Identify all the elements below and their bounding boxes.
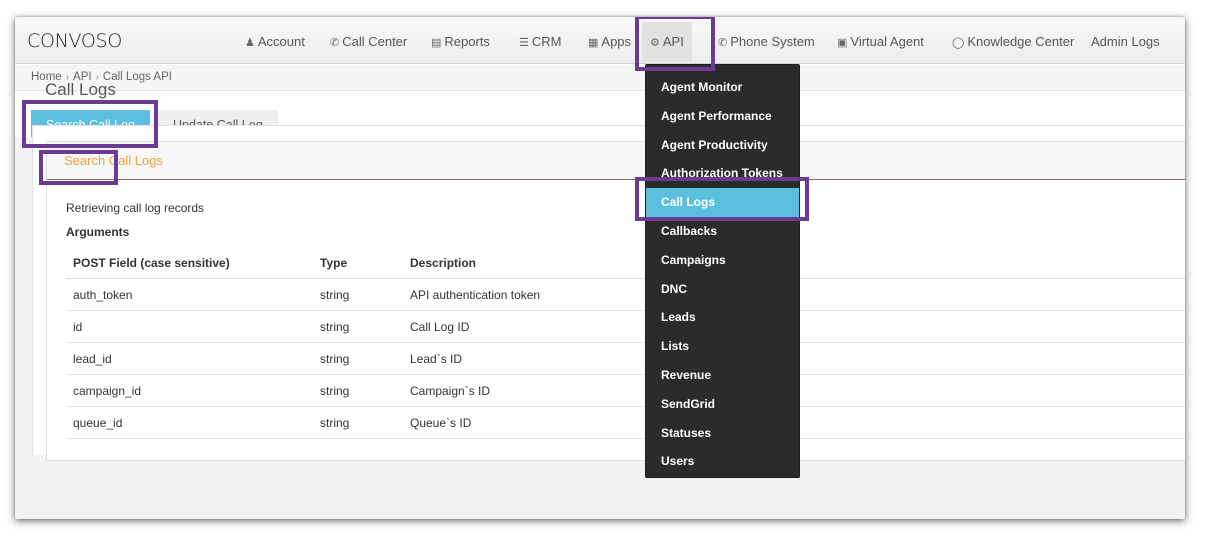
menu-item-agent-monitor[interactable]: Agent Monitor [646,73,799,102]
nav-call-center-label: Call Center [342,34,408,49]
menu-item-statuses[interactable]: Statuses [646,419,799,448]
nav-knowledge-center-label: Knowledge Center [967,34,1075,49]
convoso-logo[interactable]: CONVOSO [27,30,122,52]
column-header: POST Field (case sensitive) [73,256,230,270]
monitor-icon: ▣ [837,37,848,49]
table-cell: auth_token [73,288,133,302]
breadcrumb: Home › API › Call Logs API [15,65,1185,91]
phone-icon: ✆ [718,37,728,49]
table-cell: string [320,288,350,302]
arguments-label: Arguments [66,225,130,239]
table-cell: queue_id [73,416,123,430]
menu-item-lists[interactable]: Lists [646,332,799,361]
table-cell: string [320,384,350,398]
phone-icon: ✆ [330,37,340,49]
nav-virtual-agent-label: Virtual Agent [850,34,924,49]
menu-item-revenue[interactable]: Revenue [646,361,799,390]
menu-item-authorization-tokens[interactable]: Authorization Tokens [646,159,799,188]
nav-crm[interactable]: ☰ CRM [519,33,561,51]
menu-item-callbacks[interactable]: Callbacks [646,217,799,246]
table-cell: Lead`s ID [410,352,463,366]
table-row: queue_id string Queue`s ID [66,407,1185,439]
nav-apps[interactable]: ▦ Apps [588,33,631,51]
nav-admin-logs-label: Admin Logs [1091,34,1160,49]
menu-item-sendgrid[interactable]: SendGrid [646,390,799,419]
menu-item-users[interactable]: Users [646,447,799,476]
nav-knowledge-center[interactable]: ◯ Knowledge Center [952,33,1074,51]
table-cell: id [73,320,83,334]
table-cell: Call Log ID [410,320,470,334]
table-header-row: POST Field (case sensitive) Type Descrip… [66,247,1185,279]
menu-item-call-logs[interactable]: Call Logs [646,188,799,217]
table-cell: string [320,352,350,366]
list-icon: ☰ [519,37,529,49]
nav-virtual-agent[interactable]: ▣ Virtual Agent [837,33,924,51]
grid-icon: ▦ [588,37,599,49]
intro-text: Retrieving call log records [66,201,205,215]
nav-apps-label: Apps [601,34,632,49]
nav-api[interactable]: ⚙ API [642,22,692,62]
bar-chart-icon: ▤ [431,37,442,49]
column-header: Description [410,256,477,270]
panel-heading[interactable]: Search Call Logs [47,142,1185,180]
table-cell: Queue`s ID [410,416,472,430]
menu-item-agent-productivity[interactable]: Agent Productivity [646,131,799,160]
menu-item-agent-performance[interactable]: Agent Performance [646,102,799,131]
table-cell: string [320,320,350,334]
nav-call-center[interactable]: ✆ Call Center [330,33,407,51]
nav-phone-system-label: Phone System [730,34,815,49]
nav-api-label: API [662,34,684,49]
user-icon: ♟ [245,37,255,49]
api-dropdown-menu: Agent Monitor Agent Performance Agent Pr… [645,64,800,478]
table-row: id string Call Log ID [66,311,1185,343]
nav-reports-label: Reports [444,34,490,49]
menu-item-campaigns[interactable]: Campaigns [646,246,799,275]
lightbulb-icon: ◯ [952,37,965,49]
menu-item-leads[interactable]: Leads [646,303,799,332]
menu-top-padding [646,65,799,73]
nav-account-label: Account [257,34,305,49]
table-row: campaign_id string Campaign`s ID [66,375,1185,407]
table-cell: Campaign`s ID [410,384,491,398]
nav-reports[interactable]: ▤ Reports [431,33,490,51]
nav-phone-system[interactable]: ✆ Phone System [718,33,815,51]
nav-crm-label: CRM [531,34,562,49]
menu-item-dnc[interactable]: DNC [646,275,799,304]
table-cell: lead_id [73,352,112,366]
gear-icon: ⚙ [650,37,660,49]
table-cell: API authentication token [410,288,541,302]
arguments-table: POST Field (case sensitive) Type Descrip… [66,247,1185,439]
table-row: auth_token string API authentication tok… [66,279,1185,311]
table-cell: campaign_id [73,384,142,398]
nav-admin-logs[interactable]: Admin Logs [1091,33,1160,51]
table-row: lead_id string Lead`s ID [66,343,1185,375]
nav-account[interactable]: ♟ Account [245,33,305,51]
top-navigation: CONVOSO ♟ Account ✆ Call Center ▤ Reports ☰… [15,17,1185,64]
page-title: Call Logs [45,80,116,99]
column-header: Type [320,256,348,270]
table-cell: string [320,416,350,430]
app-window: CONVOSO ♟ Account ✆ Call Center ▤ Reports ☰… [15,17,1185,519]
